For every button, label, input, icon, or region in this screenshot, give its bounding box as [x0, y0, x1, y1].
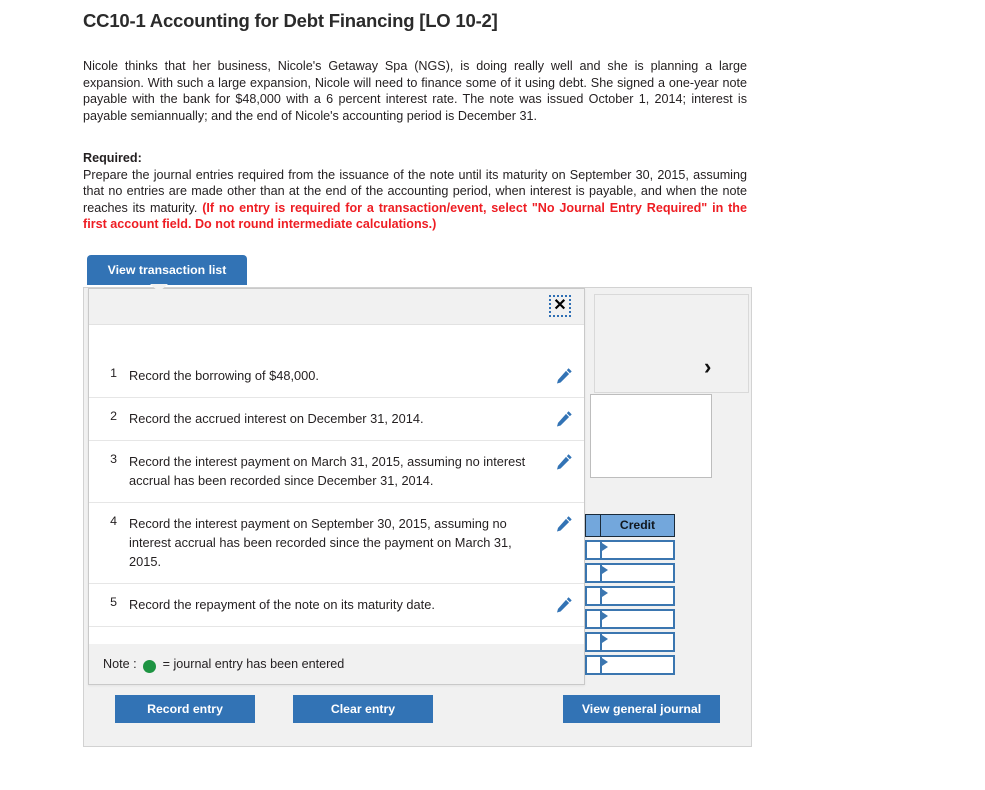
transaction-number: 5	[110, 595, 117, 609]
credit-cell[interactable]	[600, 563, 675, 583]
credit-column: Credit	[600, 514, 675, 678]
clear-entry-button[interactable]: Clear entry	[293, 695, 433, 723]
debit-cell[interactable]	[585, 586, 600, 606]
credit-cell[interactable]	[600, 632, 675, 652]
transaction-list: 1 Record the borrowing of $48,000. 2 Rec…	[89, 325, 584, 662]
debit-cell[interactable]	[585, 632, 600, 652]
question-body: Nicole thinks that her business, Nicole'…	[83, 59, 747, 123]
credit-cell[interactable]	[600, 540, 675, 560]
legend-note: Note : = journal entry has been entered	[89, 644, 584, 684]
journal-entry-field-box[interactable]	[590, 394, 712, 478]
cell-marker-icon	[602, 566, 608, 574]
edit-pencil-icon[interactable]	[544, 409, 584, 427]
list-item[interactable]: 3 Record the interest payment on March 3…	[89, 441, 584, 503]
transaction-description: Record the repayment of the note on its …	[129, 597, 435, 612]
debit-cell[interactable]	[585, 609, 600, 629]
close-icon[interactable]: ✕	[549, 295, 571, 317]
transaction-description: Record the interest payment on September…	[129, 516, 512, 569]
transaction-description: Record the accrued interest on December …	[129, 411, 424, 426]
entered-status-dot-icon	[142, 659, 156, 673]
transaction-number: 4	[110, 514, 117, 528]
credit-column-header: Credit	[600, 514, 675, 537]
transaction-list-modal: ✕ 1 Record the borrowing of $48,000. 2 R…	[88, 288, 585, 685]
debit-column-header	[585, 514, 600, 537]
debit-cell[interactable]	[585, 540, 600, 560]
credit-cell[interactable]	[600, 655, 675, 675]
modal-header: ✕	[89, 289, 584, 325]
record-entry-button[interactable]: Record entry	[115, 695, 255, 723]
edit-pencil-icon[interactable]	[544, 366, 584, 384]
edit-pencil-icon[interactable]	[544, 452, 584, 470]
view-general-journal-button[interactable]: View general journal	[563, 695, 720, 723]
credit-cell[interactable]	[600, 609, 675, 629]
debit-cell[interactable]	[585, 563, 600, 583]
debit-column-stub	[585, 514, 600, 676]
transaction-number: 2	[110, 409, 117, 423]
transaction-number: 1	[110, 366, 117, 380]
debit-cells	[585, 540, 600, 675]
question-page: CC10-1 Accounting for Debt Financing [LO…	[0, 0, 985, 790]
cell-marker-icon	[602, 635, 608, 643]
chevron-right-icon[interactable]: ›	[704, 355, 724, 379]
list-item[interactable]: 5 Record the repayment of the note on it…	[89, 584, 584, 627]
cell-marker-icon	[602, 589, 608, 597]
list-item[interactable]: 4 Record the interest payment on Septemb…	[89, 503, 584, 584]
transaction-number: 3	[110, 452, 117, 466]
journal-preview-box	[594, 294, 749, 393]
tab-view-transaction-list[interactable]: View transaction list	[87, 255, 247, 285]
transaction-description: Record the borrowing of $48,000.	[129, 368, 319, 383]
cell-marker-icon	[602, 658, 608, 666]
required-label: Required:	[83, 151, 142, 165]
note-description: = journal entry has been entered	[162, 657, 345, 671]
required-block: Required: Prepare the journal entries req…	[83, 150, 747, 233]
cell-marker-icon	[602, 612, 608, 620]
list-item[interactable]: 1 Record the borrowing of $48,000.	[89, 355, 584, 398]
debit-cell[interactable]	[585, 655, 600, 675]
transaction-description: Record the interest payment on March 31,…	[129, 454, 526, 488]
credit-cells	[600, 540, 675, 675]
page-title: CC10-1 Accounting for Debt Financing [LO…	[83, 10, 498, 31]
list-top-spacer	[89, 325, 584, 355]
cell-marker-icon	[602, 543, 608, 551]
tab-pointer-notch	[150, 284, 168, 292]
list-item[interactable]: 2 Record the accrued interest on Decembe…	[89, 398, 584, 441]
edit-pencil-icon[interactable]	[544, 595, 584, 613]
edit-pencil-icon[interactable]	[544, 514, 584, 532]
note-label: Note :	[103, 657, 137, 671]
credit-cell[interactable]	[600, 586, 675, 606]
